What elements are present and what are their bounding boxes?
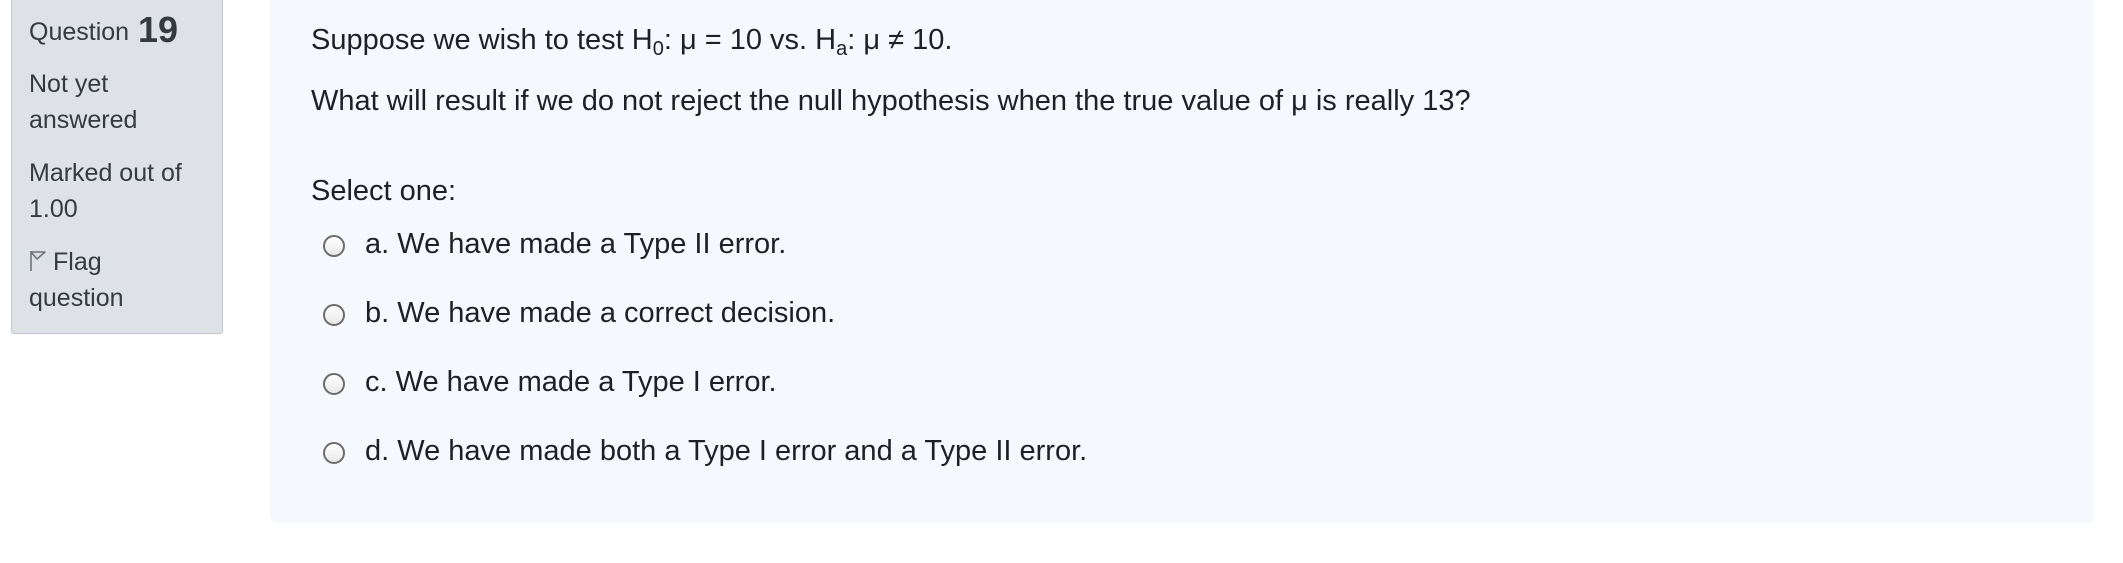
select-one-prompt: Select one: xyxy=(311,175,457,207)
answer-label-d[interactable]: d. We have made both a Type I error and … xyxy=(365,433,1087,469)
question-number: Question 19 xyxy=(29,8,205,54)
answer-option-a[interactable]: a. We have made a Type II error. xyxy=(323,224,786,264)
answer-option-c[interactable]: c. We have made a Type I error. xyxy=(323,362,777,402)
question-state: Not yet answered xyxy=(29,66,205,138)
question-text-line-2: What will result if we do not reject the… xyxy=(311,85,1471,117)
answer-label-b[interactable]: b. We have made a correct decision. xyxy=(365,295,835,331)
q-text-part: : μ = 10 vs. H xyxy=(663,24,837,56)
subscript-zero: 0 xyxy=(652,38,664,60)
flag-label-line-2[interactable]: question xyxy=(29,280,205,316)
question-text-line-1: Suppose we wish to test H0: μ = 10 vs. H… xyxy=(311,22,953,60)
answer-label-a[interactable]: a. We have made a Type II error. xyxy=(365,226,786,262)
q-text-part: : μ ≠ 10. xyxy=(847,24,953,56)
question-label: Question xyxy=(29,18,130,46)
question-number-value: 19 xyxy=(138,9,179,50)
radio-button-a[interactable] xyxy=(323,235,345,257)
question-grade: Marked out of 1.00 xyxy=(29,155,205,227)
flag-question-link[interactable]: Flag question xyxy=(29,244,205,316)
answer-label-c[interactable]: c. We have made a Type I error. xyxy=(365,364,777,400)
question-content: Suppose we wish to test H0: μ = 10 vs. H… xyxy=(270,0,2094,523)
state-line-1: Not yet xyxy=(29,70,109,98)
subscript-a: a xyxy=(836,38,848,60)
grade-line-1: Marked out of xyxy=(29,159,182,187)
state-line-2: answered xyxy=(29,106,138,134)
flag-icon[interactable] xyxy=(29,246,47,271)
question-info-panel: Question 19 Not yet answered Marked out … xyxy=(11,0,223,334)
flag-label-line-1[interactable]: Flag xyxy=(53,248,102,276)
radio-button-b[interactable] xyxy=(323,304,345,326)
radio-button-c[interactable] xyxy=(323,373,345,395)
answer-option-b[interactable]: b. We have made a correct decision. xyxy=(323,293,835,333)
radio-button-d[interactable] xyxy=(323,442,345,464)
q-text-part: Suppose we wish to test H xyxy=(311,24,653,56)
grade-line-2: 1.00 xyxy=(29,195,78,223)
answer-option-d[interactable]: d. We have made both a Type I error and … xyxy=(323,431,1087,471)
